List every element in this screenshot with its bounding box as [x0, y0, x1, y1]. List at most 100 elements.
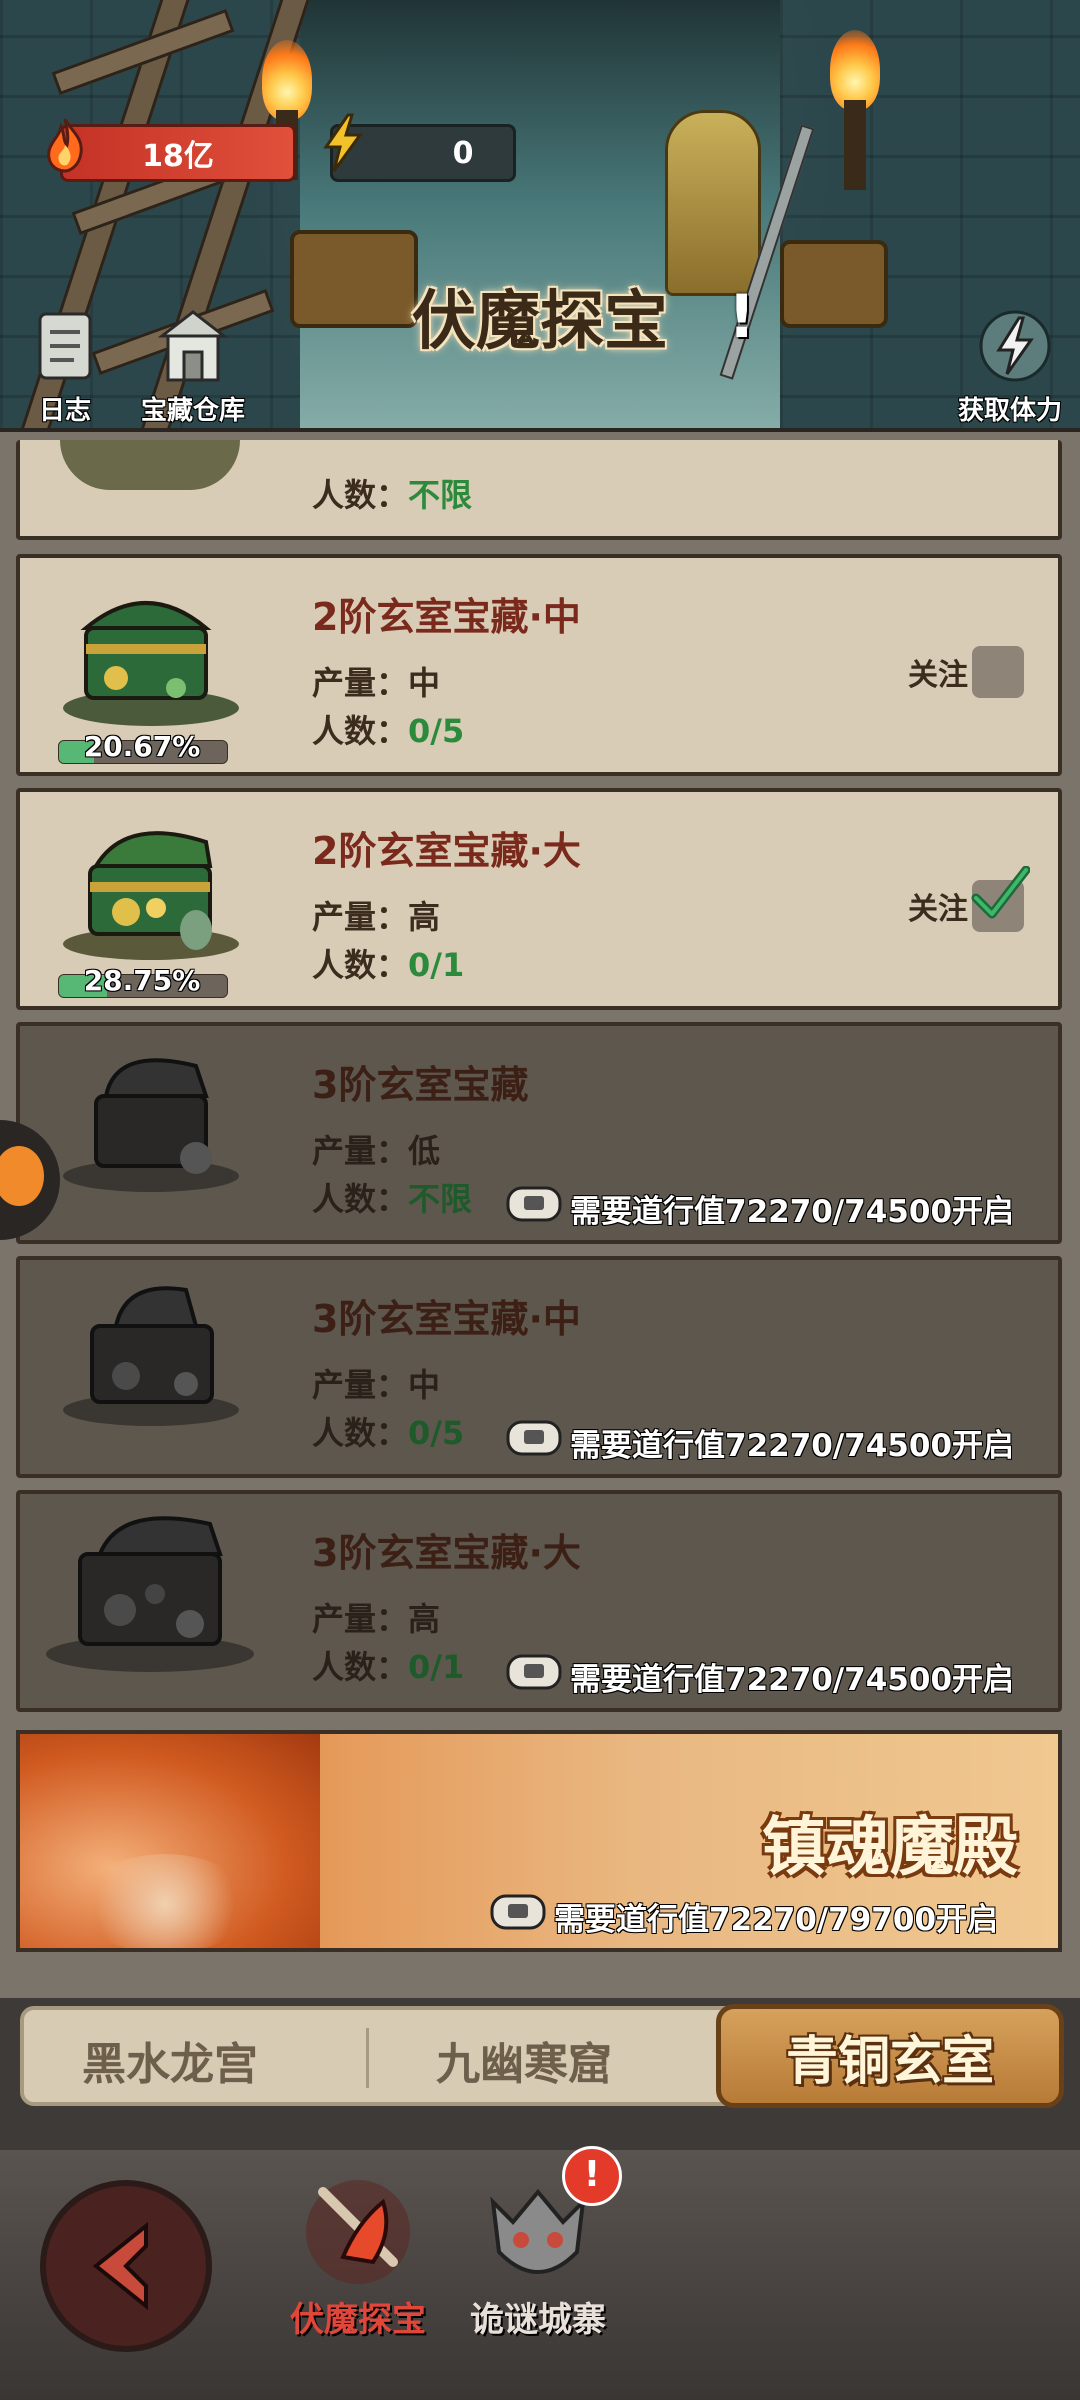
count-value: 不限: [408, 1180, 473, 1218]
output-row: 产量：中: [312, 658, 440, 704]
torch-flame-icon: [830, 30, 880, 110]
log-button[interactable]: 日志: [0, 306, 130, 427]
output-value: 中: [408, 1366, 441, 1404]
fire-icon: [40, 118, 90, 173]
treasure-chest-icon: [40, 1514, 260, 1672]
lock-text: 需要道行值72270/74500开启: [570, 1428, 1015, 1464]
lock-text: 需要道行值72270/74500开启: [570, 1662, 1015, 1698]
pet-icon: [0, 1146, 44, 1206]
output-value: 高: [408, 898, 441, 936]
treasure-chest-icon: [56, 1280, 246, 1430]
lock-text: 需要道行值72270/79700开启: [554, 1902, 999, 1938]
count-label: 人数：: [312, 712, 409, 750]
fumo-icon: [293, 2162, 423, 2292]
treasure-chest-icon: [780, 240, 888, 328]
output-row: 产量：高: [312, 1594, 440, 1640]
count-label: 人数：: [312, 1648, 409, 1686]
follow-checkbox[interactable]: [972, 646, 1024, 698]
count-value: 0/1: [408, 1648, 465, 1686]
output-label: 产量：: [312, 1366, 409, 1404]
scroll-icon: [30, 306, 100, 386]
lock-text: 需要道行值72270/74500开启: [570, 1194, 1015, 1230]
count-value: 0/5: [408, 1414, 465, 1452]
output-label: 产量：: [312, 898, 409, 936]
warehouse-icon: [157, 306, 229, 386]
nav-fumo-label: 伏魔探宝: [290, 2300, 426, 2340]
count-row: 人数：0/5: [312, 706, 464, 752]
count-label: 人数：: [312, 946, 409, 984]
output-value: 高: [408, 1600, 441, 1638]
follow-label: 关注: [908, 892, 968, 927]
follow-checkbox[interactable]: [971, 866, 1030, 932]
alert-icon[interactable]: !: [728, 282, 764, 352]
log-label: 日志: [38, 396, 91, 426]
tab-heishui[interactable]: 黑水龙宫: [82, 2028, 258, 2092]
partial-count-row: 人数：不限: [312, 470, 472, 516]
tab-qingtong[interactable]: 青铜玄室: [716, 2004, 1064, 2108]
fire-currency[interactable]: 18亿: [60, 124, 296, 182]
treasure-name: 3阶玄室宝藏·大: [312, 1531, 581, 1575]
torch-post: [844, 100, 866, 190]
nav-guimi-label: 诡谜城寨: [470, 2300, 606, 2340]
progress-text: 28.75%: [83, 964, 201, 997]
lock-scroll-icon: [504, 1416, 564, 1460]
energy-value: 0: [452, 135, 474, 171]
treasure-name: 3阶玄室宝藏: [312, 1063, 529, 1107]
output-row: 产量：中: [312, 1360, 440, 1406]
treasure-chest-icon: [56, 578, 246, 728]
output-row: 产量：高: [312, 892, 440, 938]
follow-label: 关注: [908, 658, 968, 693]
locked-dungeon-card[interactable]: 镇魂魔殿 需要道行值72270/79700开启: [16, 1730, 1062, 1952]
count-label: 人数：: [312, 1180, 409, 1218]
output-row: 产量：低: [312, 1126, 440, 1172]
warehouse-label: 宝藏仓库: [140, 396, 245, 426]
back-arrow-icon: [92, 2221, 148, 2311]
partial-card[interactable]: 人数：不限: [16, 440, 1062, 540]
count-row: 人数：0/5: [312, 1408, 464, 1454]
progress-text: 20.67%: [83, 730, 201, 763]
count-value: 0/1: [408, 946, 465, 984]
torch-flame-icon: [262, 40, 312, 120]
treasure-name: 2阶玄室宝藏·大: [312, 829, 581, 873]
warehouse-button[interactable]: 宝藏仓库: [128, 306, 258, 427]
output-label: 产量：: [312, 1132, 409, 1170]
treasure-thumb: [60, 440, 240, 490]
treasure-name: 3阶玄室宝藏·中: [312, 1297, 581, 1341]
lightning-icon: [318, 113, 368, 172]
treasure-card-locked[interactable]: 3阶玄室宝藏 产量：低 人数：不限 需要道行值72270/74500开启: [16, 1022, 1062, 1244]
nav-fumo[interactable]: 伏魔探宝: [278, 2162, 438, 2341]
back-button[interactable]: [40, 2180, 212, 2352]
treasure-chest-icon: [56, 1046, 246, 1196]
output-label: 产量：: [312, 1600, 409, 1638]
lock-scroll-icon: [504, 1650, 564, 1694]
output-value: 低: [408, 1132, 441, 1170]
treasure-card[interactable]: 28.75% 2阶玄室宝藏·大 产量：高 人数：0/1 关注: [16, 788, 1062, 1010]
output-value: 中: [408, 664, 441, 702]
count-value: 0/5: [408, 712, 465, 750]
dungeon-title: 镇魂魔殿: [762, 1811, 1018, 1885]
lock-scroll-icon: [488, 1890, 548, 1934]
treasure-card-locked[interactable]: 3阶玄室宝藏·中 产量：中 人数：0/5 需要道行值72270/74500开启: [16, 1256, 1062, 1478]
treasure-card-locked[interactable]: 3阶玄室宝藏·大 产量：高 人数：0/1 需要道行值72270/74500开启: [16, 1490, 1062, 1712]
output-label: 产量：: [312, 664, 409, 702]
count-row: 人数：0/1: [312, 1642, 464, 1688]
treasure-chest-icon: [56, 812, 246, 962]
stamina-button[interactable]: 获取体力: [940, 306, 1080, 427]
page-title: 伏魔探宝: [412, 285, 668, 359]
tab-jiuyou[interactable]: 九幽寒窟: [436, 2028, 612, 2092]
fire-value: 18亿: [142, 139, 214, 174]
treasure-card[interactable]: 20.67% 2阶玄室宝藏·中 产量：中 人数：0/5 关注: [16, 554, 1062, 776]
count-row: 人数：不限: [312, 1174, 472, 1220]
treasure-name: 2阶玄室宝藏·中: [312, 595, 581, 639]
stamina-label: 获取体力: [957, 396, 1062, 426]
tab-divider: [366, 2028, 369, 2088]
smoke: [80, 1854, 250, 1948]
count-value: 不限: [408, 476, 473, 514]
count-row: 人数：0/1: [312, 940, 464, 986]
count-label: 人数：: [312, 1414, 409, 1452]
golden-statue: [665, 110, 761, 296]
lock-scroll-icon: [504, 1182, 564, 1226]
checkmark-icon: [971, 866, 1030, 919]
notification-badge: !: [562, 2146, 622, 2206]
stamina-icon: [975, 306, 1051, 386]
